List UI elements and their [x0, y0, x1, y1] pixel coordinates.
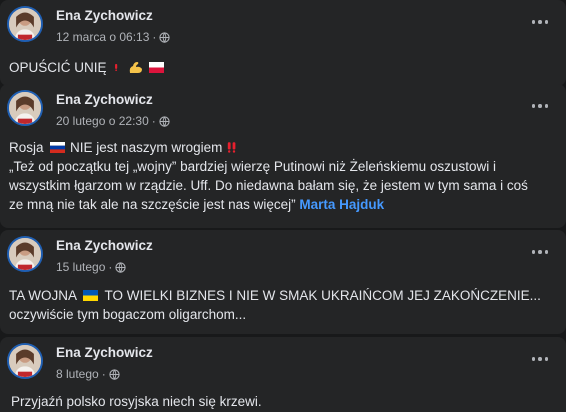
- post-line: oczywiście tym bogaczom oligarchom...: [9, 307, 247, 322]
- author-name[interactable]: Ena Zychowicz: [56, 92, 153, 107]
- post-header: Ena Zychowicz 15 lutego ·: [0, 230, 566, 284]
- post-text: Przyjaźń polsko rosyjska niech się krzew…: [0, 391, 566, 411]
- avatar[interactable]: [7, 6, 43, 42]
- post-text-segment: Rosja: [9, 140, 44, 155]
- author-name[interactable]: Ena Zychowicz: [56, 345, 153, 360]
- avatar[interactable]: [7, 236, 43, 272]
- mention-link[interactable]: Marta Hajduk: [299, 197, 384, 212]
- post-line: TA WOJNA TO WIELKI BIZNES I NIE W SMAK U…: [9, 286, 557, 305]
- post-meta: 12 marca o 06:13 ·: [56, 30, 171, 44]
- post-text: OPUŚCIĆ UNIĘ: [0, 54, 566, 77]
- post-text-main: OPUŚCIĆ UNIĘ: [9, 60, 107, 75]
- poland-flag-icon: [148, 62, 164, 73]
- more-options-button[interactable]: [528, 98, 552, 114]
- post-header: Ena Zychowicz 8 lutego ·: [0, 337, 566, 391]
- post-text-main: Przyjaźń polsko rosyjska niech się krzew…: [11, 394, 262, 409]
- globe-icon: [109, 368, 120, 380]
- post-text-segment: ze mną nie tak ale na szczęście jest nas…: [9, 197, 296, 212]
- post-text: TA WOJNA TO WIELKI BIZNES I NIE W SMAK U…: [0, 284, 566, 324]
- post: Ena Zychowicz 20 lutego o 22:30 · Rosja …: [0, 84, 566, 228]
- post-text: Rosja NIE jest naszym wrogiem „Też od po…: [0, 138, 566, 214]
- post-header: Ena Zychowicz 20 lutego o 22:30 ·: [0, 84, 566, 138]
- globe-icon: [159, 31, 171, 43]
- post-date[interactable]: 12 marca o 06:13: [56, 30, 149, 44]
- post-line: Rosja NIE jest naszym wrogiem: [9, 138, 557, 157]
- ukraine-flag-icon: [83, 290, 99, 301]
- flexed-biceps-icon: [129, 62, 143, 73]
- post: Ena Zychowicz 12 marca o 06:13 · OPUŚCIĆ…: [0, 0, 566, 86]
- post-line: wszystkim łgarzom w rządzie. Uff. Do nie…: [9, 178, 528, 193]
- post-text-segment: NIE jest naszym wrogiem: [70, 140, 223, 155]
- globe-icon: [115, 261, 127, 273]
- post-meta: 15 lutego ·: [56, 260, 127, 274]
- post-meta: 8 lutego ·: [56, 367, 120, 381]
- meta-separator: ·: [108, 260, 113, 274]
- post-date[interactable]: 20 lutego o 22:30: [56, 114, 149, 128]
- post-line: ze mną nie tak ale na szczęście jest nas…: [9, 195, 557, 214]
- double-exclamation-icon: [227, 142, 236, 153]
- globe-icon: [159, 115, 170, 127]
- post-header: Ena Zychowicz 12 marca o 06:13 ·: [0, 0, 566, 54]
- post-date[interactable]: 8 lutego: [56, 367, 99, 381]
- post-text-segment: TA WOJNA: [9, 288, 77, 303]
- post-meta: 20 lutego o 22:30 ·: [56, 114, 170, 128]
- post-line: „Też od początku tej „wojny” bardziej wi…: [9, 159, 496, 174]
- post: Ena Zychowicz 15 lutego · TA WOJNA TO WI…: [0, 230, 566, 334]
- avatar[interactable]: [7, 343, 43, 379]
- post-date[interactable]: 15 lutego: [56, 260, 105, 274]
- russia-flag-icon: [50, 142, 66, 153]
- meta-separator: ·: [101, 367, 106, 381]
- more-options-button[interactable]: [528, 14, 552, 30]
- avatar[interactable]: [7, 90, 43, 126]
- more-options-button[interactable]: [528, 351, 552, 367]
- meta-separator: ·: [151, 114, 156, 128]
- post: Ena Zychowicz 8 lutego · Przyjaźń polsko…: [0, 337, 566, 412]
- post-text-segment: TO WIELKI BIZNES I NIE W SMAK UKRAIŃCOM …: [104, 288, 541, 303]
- author-name[interactable]: Ena Zychowicz: [56, 238, 153, 253]
- exclamation-icon: [115, 64, 118, 72]
- author-name[interactable]: Ena Zychowicz: [56, 8, 153, 23]
- more-options-button[interactable]: [528, 244, 552, 260]
- meta-separator: ·: [152, 30, 157, 44]
